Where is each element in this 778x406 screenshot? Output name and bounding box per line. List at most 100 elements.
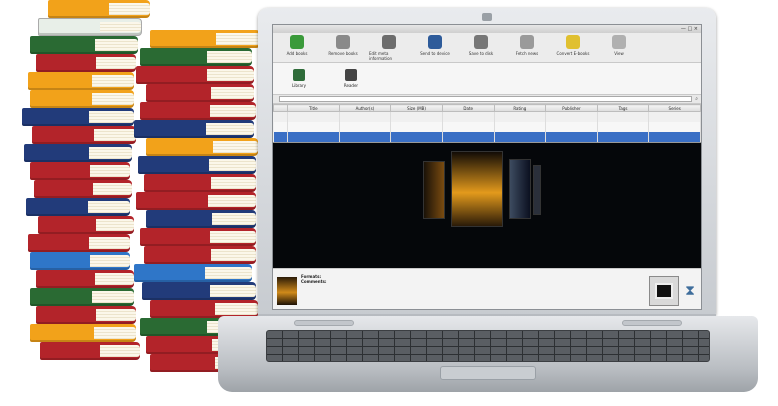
toolbar-button-device[interactable]: Send to device xyxy=(415,35,455,56)
laptop-base xyxy=(218,316,758,392)
reader-icon xyxy=(345,69,357,81)
illustration: — □ × Add books Remove books Edit meta inf… xyxy=(0,0,778,406)
reader-label: Reader xyxy=(343,83,359,88)
library-icon xyxy=(293,69,305,81)
toolbar-label: Fetch news xyxy=(515,51,539,56)
toolbar-label: Remove books xyxy=(328,51,358,56)
row-number xyxy=(273,111,288,122)
toolbar-button-save[interactable]: Save to disk xyxy=(461,35,501,56)
table-cell xyxy=(390,121,443,132)
table-cell xyxy=(597,111,650,122)
app-window: — □ × Add books Remove books Edit meta inf… xyxy=(272,24,702,310)
toolbar-button-view[interactable]: View xyxy=(599,35,639,56)
book-table: Title Author(s) Size (MB) Date Rating Publish… xyxy=(273,104,701,142)
laptop-lid: — □ × Add books Remove books Edit meta inf… xyxy=(258,8,716,316)
library-label: Library xyxy=(292,83,306,88)
library-button[interactable]: Library xyxy=(273,63,325,94)
table-row[interactable] xyxy=(273,131,701,142)
library-panel: Library Reader xyxy=(273,63,701,95)
news-icon xyxy=(520,35,534,49)
info-box xyxy=(609,63,701,94)
device-icon xyxy=(428,35,442,49)
reader-button[interactable]: Reader xyxy=(325,63,377,94)
remove-books-icon xyxy=(336,35,350,49)
table-cell xyxy=(339,111,392,122)
toolbar-label: Convert E-books xyxy=(556,51,590,56)
table-cell xyxy=(545,111,598,122)
table-cell xyxy=(287,121,340,132)
window-controls[interactable]: — □ × xyxy=(681,26,698,32)
column-header[interactable] xyxy=(273,104,288,112)
cover-featured[interactable] xyxy=(451,150,503,227)
save-icon xyxy=(474,35,488,49)
title-bar: — □ × xyxy=(273,25,701,33)
hourglass-icon: ⧗ xyxy=(685,283,695,299)
column-header[interactable]: Series xyxy=(648,104,701,112)
table-row[interactable] xyxy=(273,121,701,132)
toolbar-button-add-books[interactable]: Add books xyxy=(277,35,317,56)
table-header: Title Author(s) Size (MB) Date Rating Publish… xyxy=(273,104,701,112)
webcam-icon xyxy=(482,13,492,21)
column-header[interactable]: Publisher xyxy=(545,104,598,112)
book-details: Formats: Comments: ⧗ xyxy=(273,267,701,309)
table-cell xyxy=(648,111,701,122)
table-cell xyxy=(287,111,340,122)
table-cell xyxy=(597,131,650,142)
table-cell xyxy=(648,121,701,132)
toolbar-button-news[interactable]: Fetch news xyxy=(507,35,547,56)
column-header[interactable]: Author(s) xyxy=(338,104,392,112)
toolbar-label: Save to disk xyxy=(468,51,494,56)
cover-right[interactable] xyxy=(509,158,531,219)
table-cell xyxy=(339,121,392,132)
speaker-left xyxy=(294,320,354,326)
table-cell xyxy=(442,131,495,142)
table-cell xyxy=(545,131,598,142)
edit-meta-icon xyxy=(382,35,396,49)
toolbar-label: Add books xyxy=(286,51,308,56)
toolbar-button-edit-meta[interactable]: Edit meta information xyxy=(369,35,409,61)
cover-far-right[interactable] xyxy=(533,164,541,215)
keyboard xyxy=(266,330,710,362)
table-cell xyxy=(545,121,598,132)
column-header[interactable]: Rating xyxy=(493,104,547,112)
cover-left[interactable] xyxy=(423,160,445,219)
book-description: Formats: Comments: xyxy=(301,274,645,308)
table-cell xyxy=(648,131,701,142)
view-icon xyxy=(612,35,626,49)
table-cell xyxy=(442,121,495,132)
column-header[interactable]: Tags xyxy=(596,104,650,112)
toolbar: Add books Remove books Edit meta informati… xyxy=(273,33,701,63)
convert-icon xyxy=(566,35,580,49)
table-row[interactable] xyxy=(273,111,701,122)
table-cell xyxy=(442,111,495,122)
cover-flow[interactable] xyxy=(273,141,701,268)
table-cell xyxy=(494,121,547,132)
table-cell xyxy=(494,131,547,142)
cover-view-icon xyxy=(655,283,673,299)
book-thumbnail xyxy=(277,277,297,305)
table-cell xyxy=(339,131,392,142)
table-cell xyxy=(390,131,443,142)
toolbar-label: Send to device xyxy=(420,51,450,56)
column-header[interactable]: Title xyxy=(287,104,340,112)
column-header[interactable]: Date xyxy=(441,104,495,112)
table-cell xyxy=(494,111,547,122)
toolbar-button-convert[interactable]: Convert E-books xyxy=(553,35,593,56)
table-cell xyxy=(390,111,443,122)
table-cell xyxy=(287,131,340,142)
speaker-right xyxy=(622,320,682,326)
touchpad xyxy=(440,366,536,380)
search-bar: ⌕ xyxy=(273,95,701,104)
row-number xyxy=(273,131,288,142)
toolbar-label: View xyxy=(614,51,624,56)
cover-browser-button[interactable] xyxy=(649,276,679,306)
toolbar-label: Edit meta information xyxy=(369,51,393,61)
search-input[interactable] xyxy=(279,96,693,102)
row-number xyxy=(273,121,288,132)
search-icon[interactable]: ⌕ xyxy=(695,96,698,102)
column-header[interactable]: Size (MB) xyxy=(390,104,443,112)
comments-label: Comments: xyxy=(301,279,327,284)
add-books-icon xyxy=(290,35,304,49)
toolbar-button-remove-books[interactable]: Remove books xyxy=(323,35,363,56)
table-cell xyxy=(597,121,650,132)
